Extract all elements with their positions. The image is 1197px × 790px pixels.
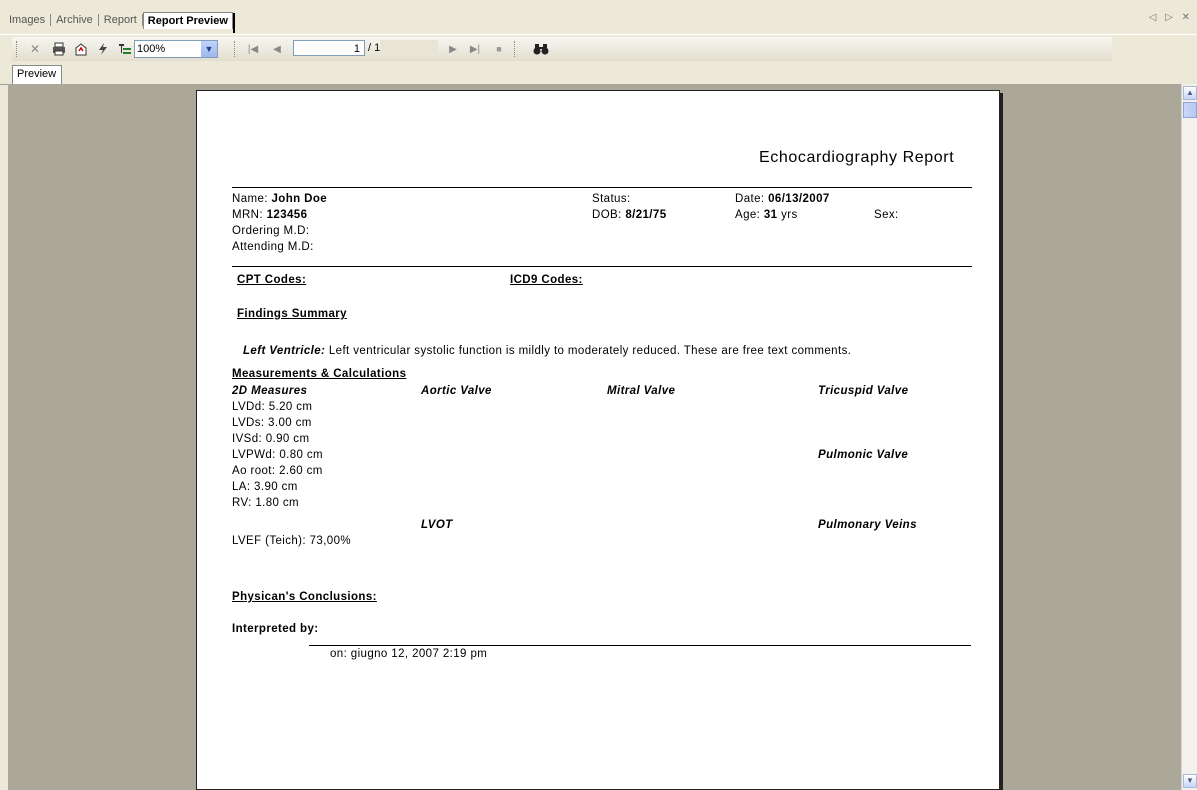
sex-label: Sex: xyxy=(874,209,899,221)
toolbar-grip[interactable] xyxy=(16,41,19,57)
left-ventricle-label: Left Ventricle: xyxy=(243,345,326,357)
col-aortic-valve: Aortic Valve xyxy=(421,385,492,397)
mrn-label: MRN: xyxy=(232,209,263,221)
ordering-md-label: Ordering M.D: xyxy=(232,225,310,237)
module-tabs: Images Archive Report Report Preview xyxy=(4,10,235,33)
next-page-icon[interactable]: ▶ xyxy=(444,40,462,58)
pulmonary-veins-heading: Pulmonary Veins xyxy=(818,519,917,531)
preview-toolbar: ✕ 100% ▼ |◀ ◀ 1 / 1 ▶ ▶| ■ xyxy=(0,34,1197,63)
date-row: Date: 06/13/2007 xyxy=(735,193,830,205)
measurements-heading: Measurements & Calculations xyxy=(232,368,407,380)
measure-item: Ao root: 2.60 cm xyxy=(232,465,323,477)
zoom-select[interactable]: 100% ▼ xyxy=(134,40,218,58)
left-ventricle-text: Left ventricular systolic function is mi… xyxy=(328,345,852,357)
scrollbar-thumb[interactable] xyxy=(1183,102,1197,118)
export-icon[interactable] xyxy=(72,40,90,58)
find-binoculars-icon[interactable] xyxy=(532,40,550,58)
tab-archive[interactable]: Archive xyxy=(51,14,98,26)
lvef-value: LVEF (Teich): 73,00% xyxy=(232,535,352,547)
pulmonic-valve-heading: Pulmonic Valve xyxy=(818,449,909,461)
scroll-down-icon[interactable]: ▼ xyxy=(1183,774,1197,788)
measure-item: IVSd: 0.90 cm xyxy=(232,433,310,445)
measure-item: LVDs: 3.00 cm xyxy=(232,417,312,429)
chevron-down-icon[interactable]: ▼ xyxy=(201,41,217,57)
col-tricuspid-valve: Tricuspid Valve xyxy=(818,385,909,397)
status-label: Status: xyxy=(592,193,631,205)
left-ventricle-finding: Left Ventricle: Left ventricular systoli… xyxy=(243,345,851,357)
icd9-codes-heading: ICD9 Codes: xyxy=(510,274,583,286)
dob-label: DOB: xyxy=(592,209,622,221)
findings-summary-heading: Findings Summary xyxy=(237,308,347,320)
first-page-icon[interactable]: |◀ xyxy=(244,40,262,58)
tab-report[interactable]: Report xyxy=(99,14,142,26)
preview-subtab-strip: Preview xyxy=(0,62,1197,85)
attending-md-label: Attending M.D: xyxy=(232,241,314,253)
interpreted-by-label: Interpreted by: xyxy=(232,623,319,635)
toolbar-grip[interactable] xyxy=(234,41,237,57)
name-label: Name: xyxy=(232,193,268,205)
vertical-scrollbar[interactable]: ▲ ▼ xyxy=(1181,84,1197,790)
measure-item: RV: 1.80 cm xyxy=(232,497,300,509)
col-2d-measures: 2D Measures xyxy=(232,385,308,397)
report-page: Echocardiography Report Name: John Doe M… xyxy=(196,90,1000,790)
age-row: Age: 31 yrs xyxy=(735,209,798,221)
report-title: Echocardiography Report xyxy=(759,149,955,166)
tab-scroll-controls[interactable]: ◁ ▷ ✕ xyxy=(1149,12,1193,23)
stop-icon[interactable]: ■ xyxy=(490,40,508,58)
previous-page-icon[interactable]: ◀ xyxy=(268,40,286,58)
conclusions-heading: Physican's Conclusions: xyxy=(232,591,377,603)
page-slot xyxy=(380,40,438,56)
close-icon[interactable]: ✕ xyxy=(26,40,44,58)
group-tree-icon[interactable] xyxy=(116,40,134,58)
refresh-icon[interactable] xyxy=(94,40,112,58)
page-number-input[interactable]: 1 xyxy=(293,40,365,56)
divider xyxy=(232,187,972,188)
measure-item: LA: 3.90 cm xyxy=(232,481,298,493)
dob-row: DOB: 8/21/75 xyxy=(592,209,667,221)
page-total: / 1 xyxy=(368,42,381,54)
dob-value: 8/21/75 xyxy=(625,209,667,221)
mrn-row: MRN: 123456 xyxy=(232,209,307,221)
mrn-value: 123456 xyxy=(266,209,308,221)
zoom-value: 100% xyxy=(137,43,166,55)
age-unit: yrs xyxy=(781,209,798,221)
col-mitral-valve: Mitral Valve xyxy=(607,385,676,397)
lvot-heading: LVOT xyxy=(421,519,453,531)
scroll-up-icon[interactable]: ▲ xyxy=(1183,86,1197,100)
measure-item: LVPWd: 0.80 cm xyxy=(232,449,324,461)
toolbar-grip[interactable] xyxy=(514,41,517,57)
divider xyxy=(232,266,972,267)
last-page-icon[interactable]: ▶| xyxy=(466,40,484,58)
age-label: Age: xyxy=(735,209,761,221)
age-value: 31 xyxy=(763,209,778,221)
tab-images[interactable]: Images xyxy=(4,14,50,26)
measure-item: LVDd: 5.20 cm xyxy=(232,401,313,413)
date-label: Date: xyxy=(735,193,765,205)
print-icon[interactable] xyxy=(50,40,68,58)
tab-report-preview[interactable]: Report Preview xyxy=(142,11,235,33)
patient-name-row: Name: John Doe xyxy=(232,193,327,205)
patient-name: John Doe xyxy=(271,193,328,205)
top-tab-strip: Images Archive Report Report Preview ◁ ▷… xyxy=(0,0,1197,34)
cpt-codes-heading: CPT Codes: xyxy=(237,274,307,286)
signature-line xyxy=(309,645,971,646)
signed-timestamp: on: giugno 12, 2007 2:19 pm xyxy=(330,648,488,660)
tab-preview[interactable]: Preview xyxy=(12,65,62,84)
date-value: 06/13/2007 xyxy=(768,193,830,205)
